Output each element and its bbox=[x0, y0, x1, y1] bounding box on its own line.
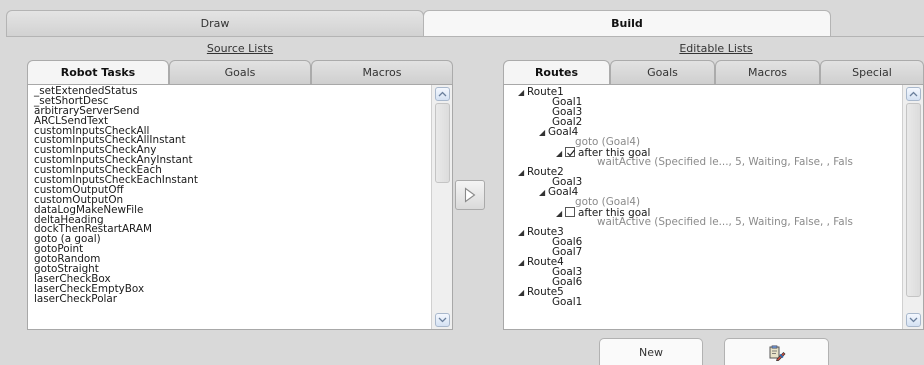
left-scrollbar[interactable] bbox=[431, 85, 452, 329]
play-triangle-icon bbox=[464, 187, 476, 203]
tree-node-label: Goal4 bbox=[548, 126, 579, 138]
tab-editable-macros[interactable]: Macros bbox=[715, 60, 820, 84]
tab-draw-label: Draw bbox=[200, 17, 230, 30]
routes-tree[interactable]: ◢ Route1 Goal1 Goal3 Goal2 ◢ Goal4 goto (G… bbox=[503, 84, 924, 330]
expand-triangle-icon[interactable]: ◢ bbox=[556, 149, 565, 159]
tree-node-goal[interactable]: Goal1 bbox=[552, 297, 582, 307]
after-goal-checkbox[interactable] bbox=[565, 147, 575, 157]
scroll-up-button[interactable] bbox=[435, 87, 450, 101]
new-button[interactable]: New bbox=[599, 338, 703, 365]
tab-routes[interactable]: Routes bbox=[503, 60, 610, 84]
edit-button[interactable] bbox=[724, 338, 829, 365]
transfer-button[interactable] bbox=[455, 180, 485, 210]
tab-editable-macros-label: Macros bbox=[747, 66, 788, 79]
tree-node-goal[interactable]: ◢ Goal4 bbox=[539, 187, 578, 197]
scroll-up-button[interactable] bbox=[906, 87, 921, 101]
tab-special-label: Special bbox=[852, 66, 892, 79]
robot-tasks-list[interactable]: _setExtendedStatus _setShortDesc arbitra… bbox=[27, 84, 453, 330]
scroll-down-button[interactable] bbox=[906, 313, 921, 327]
tree-node-label: Goal4 bbox=[548, 186, 579, 198]
tab-build[interactable]: Build bbox=[423, 10, 831, 36]
scroll-thumb[interactable] bbox=[906, 103, 921, 297]
tree-node-task[interactable]: goto (Goal4) bbox=[575, 197, 640, 207]
tab-editable-goals-label: Goals bbox=[647, 66, 678, 79]
tab-build-label: Build bbox=[611, 17, 643, 30]
tab-source-goals[interactable]: Goals bbox=[169, 60, 311, 84]
tab-routes-label: Routes bbox=[534, 66, 579, 79]
expand-triangle-icon[interactable]: ◢ bbox=[518, 88, 527, 98]
scroll-thumb[interactable] bbox=[435, 103, 450, 183]
expand-triangle-icon[interactable]: ◢ bbox=[539, 128, 548, 138]
after-goal-checkbox[interactable] bbox=[565, 207, 575, 217]
source-lists-heading: Source Lists bbox=[206, 42, 274, 55]
tab-robot-tasks[interactable]: Robot Tasks bbox=[27, 60, 169, 84]
tab-draw[interactable]: Draw bbox=[6, 10, 424, 36]
editable-lists-heading: Editable Lists bbox=[679, 42, 753, 55]
tab-divider bbox=[6, 36, 924, 37]
expand-triangle-icon[interactable]: ◢ bbox=[518, 168, 527, 178]
tab-special[interactable]: Special bbox=[820, 60, 924, 84]
tab-editable-goals[interactable]: Goals bbox=[610, 60, 715, 84]
chevron-down-icon bbox=[438, 317, 447, 323]
scroll-down-button[interactable] bbox=[435, 313, 450, 327]
tree-node-task[interactable]: waitActive (Specified le..., 5, Waiting,… bbox=[597, 157, 853, 167]
tab-source-macros[interactable]: Macros bbox=[311, 60, 453, 84]
tab-robot-tasks-label: Robot Tasks bbox=[60, 66, 136, 79]
robot-tasks-items: _setExtendedStatus _setShortDesc arbitra… bbox=[34, 86, 198, 304]
expand-triangle-icon[interactable]: ◢ bbox=[518, 288, 527, 298]
expand-triangle-icon[interactable]: ◢ bbox=[539, 188, 548, 198]
chevron-up-icon bbox=[909, 91, 918, 97]
expand-triangle-icon[interactable]: ◢ bbox=[556, 209, 565, 219]
tab-source-macros-label: Macros bbox=[362, 66, 402, 79]
expand-triangle-icon[interactable]: ◢ bbox=[518, 258, 527, 268]
expand-triangle-icon[interactable]: ◢ bbox=[518, 228, 527, 238]
check-icon bbox=[567, 149, 575, 157]
clipboard-edit-icon bbox=[769, 345, 785, 361]
chevron-up-icon bbox=[438, 91, 447, 97]
chevron-down-icon bbox=[909, 317, 918, 323]
right-scrollbar[interactable] bbox=[902, 85, 923, 329]
tree-node-task[interactable]: goto (Goal4) bbox=[575, 137, 640, 147]
tab-source-goals-label: Goals bbox=[224, 66, 256, 79]
tree-node-task[interactable]: waitActive (Specified le..., 5, Waiting,… bbox=[597, 217, 853, 227]
tree-node-goal[interactable]: ◢ Goal4 bbox=[539, 127, 578, 137]
new-button-label: New bbox=[639, 346, 663, 359]
list-item[interactable]: laserCheckPolar bbox=[34, 294, 198, 304]
